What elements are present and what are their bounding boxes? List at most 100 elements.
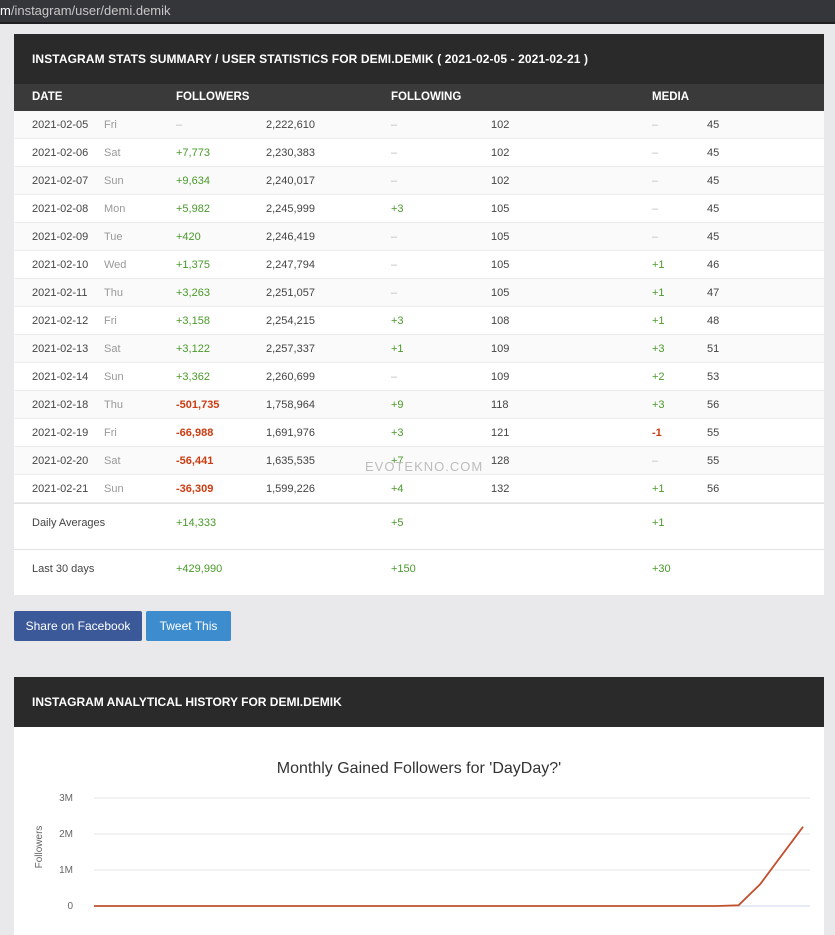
row-following: 102 <box>491 175 510 187</box>
daily-averages-label: Daily Averages <box>32 517 106 529</box>
row-date: 2021-02-20 <box>32 455 89 467</box>
row-followers-change: -36,309 <box>176 483 214 495</box>
table-row: 2021-02-12 Fri +3,158 2,254,215 +3 108 +1 48 <box>14 307 824 335</box>
row-date: 2021-02-06 <box>32 147 89 159</box>
row-following: 121 <box>491 427 510 439</box>
row-following: 132 <box>491 483 510 495</box>
stats-summary-card: INSTAGRAM STATS SUMMARY / USER STATISTIC… <box>14 34 824 595</box>
table-row: 2021-02-05 Fri – 2,222,610 – 102 – 45 <box>14 111 824 139</box>
row-followers-change: – <box>176 119 183 131</box>
row-date: 2021-02-21 <box>32 483 89 495</box>
row-followers-change: +3,263 <box>176 287 210 299</box>
table-row: 2021-02-07 Sun +9,634 2,240,017 – 102 – 45 <box>14 167 824 195</box>
row-followers-change: +420 <box>176 231 201 243</box>
row-media-change: +3 <box>652 343 665 355</box>
row-media: 51 <box>707 343 720 355</box>
row-following: 105 <box>491 287 510 299</box>
row-media: 45 <box>707 231 720 243</box>
table-row: 2021-02-21 Sun -36,309 1,599,226 +4 132 +1 56 <box>14 475 824 503</box>
row-media-change: +1 <box>652 287 665 299</box>
row-following-change: – <box>391 371 398 383</box>
row-media: 45 <box>707 119 720 131</box>
row-day: Sun <box>104 483 124 495</box>
daily-averages-followers: +14,333 <box>176 517 217 529</box>
table-row: 2021-02-14 Sun +3,362 2,260,699 – 109 +2 53 <box>14 363 824 391</box>
chart-y-tick-label: 0 <box>67 901 73 912</box>
row-following: 109 <box>491 371 510 383</box>
table-row: 2021-02-10 Wed +1,375 2,247,794 – 105 +1 46 <box>14 251 824 279</box>
row-day: Mon <box>104 203 126 215</box>
row-media-change: – <box>652 119 659 131</box>
row-followers: 2,230,383 <box>266 147 315 159</box>
row-followers-change: +3,158 <box>176 315 210 327</box>
row-following-change: +3 <box>391 203 404 215</box>
analytical-history-title: INSTAGRAM ANALYTICAL HISTORY FOR DEMI.DE… <box>14 677 824 727</box>
row-following: 109 <box>491 343 510 355</box>
row-media: 56 <box>707 399 720 411</box>
row-following: 102 <box>491 147 510 159</box>
chart-y-tick-label: 3M <box>59 793 73 804</box>
row-media-change: +3 <box>652 399 665 411</box>
row-day: Fri <box>104 119 117 131</box>
row-day: Sun <box>104 371 124 383</box>
row-followers-change: +3,362 <box>176 371 210 383</box>
address-bar[interactable]: m/instagram/user/demi.demik <box>0 0 835 24</box>
row-following-change: – <box>391 259 398 271</box>
row-date: 2021-02-13 <box>32 343 89 355</box>
row-day: Fri <box>104 427 117 439</box>
row-date: 2021-02-11 <box>32 287 88 299</box>
column-following: FOLLOWING <box>391 91 462 103</box>
row-followers: 1,691,976 <box>266 427 315 439</box>
row-followers-change: -501,735 <box>176 399 220 411</box>
share-facebook-button[interactable]: Share on Facebook <box>14 611 142 641</box>
row-day: Tue <box>104 231 123 243</box>
row-followers: 1,635,535 <box>266 455 315 467</box>
row-followers-change: -66,988 <box>176 427 214 439</box>
row-followers: 2,260,699 <box>266 371 315 383</box>
row-media: 56 <box>707 483 720 495</box>
table-row: 2021-02-09 Tue +420 2,246,419 – 105 – 45 <box>14 223 824 251</box>
row-media: 55 <box>707 455 720 467</box>
row-following-change: – <box>391 287 398 299</box>
row-date: 2021-02-19 <box>32 427 89 439</box>
row-media: 55 <box>707 427 720 439</box>
row-media: 48 <box>707 315 720 327</box>
row-media-change: – <box>652 231 659 243</box>
row-media-change: +1 <box>652 259 665 271</box>
row-following-change: +9 <box>391 399 404 411</box>
table-row: 2021-02-13 Sat +3,122 2,257,337 +1 109 +3 51 <box>14 335 824 363</box>
tweet-this-button[interactable]: Tweet This <box>146 611 231 641</box>
row-following-change: +4 <box>391 483 404 495</box>
row-following-change: – <box>391 147 398 159</box>
row-media-change: – <box>652 203 659 215</box>
row-followers-change: +3,122 <box>176 343 210 355</box>
row-following: 105 <box>491 259 510 271</box>
row-following: 105 <box>491 203 510 215</box>
monthly-followers-chart: Monthly Gained Followers for 'DayDay?' F… <box>34 760 810 912</box>
row-following-change: +1 <box>391 343 404 355</box>
analytical-history-card: INSTAGRAM ANALYTICAL HISTORY FOR DEMI.DE… <box>14 677 824 935</box>
row-followers: 2,222,610 <box>266 119 315 131</box>
chart-y-tick-label: 1M <box>59 865 73 876</box>
row-media: 46 <box>707 259 720 271</box>
row-media-change: +2 <box>652 371 665 383</box>
row-date: 2021-02-12 <box>32 315 89 327</box>
row-media: 47 <box>707 287 720 299</box>
row-following-change: +3 <box>391 427 404 439</box>
row-followers: 2,257,337 <box>266 343 315 355</box>
row-media-change: -1 <box>652 427 662 439</box>
row-date: 2021-02-08 <box>32 203 89 215</box>
daily-averages-following: +5 <box>391 517 404 529</box>
row-date: 2021-02-05 <box>32 119 89 131</box>
table-row: 2021-02-18 Thu -501,735 1,758,964 +9 118 +3 56 <box>14 391 824 419</box>
row-media-change: +1 <box>652 315 665 327</box>
row-following-change: – <box>391 231 398 243</box>
row-media: 45 <box>707 147 720 159</box>
row-following: 105 <box>491 231 510 243</box>
row-media: 45 <box>707 203 720 215</box>
column-followers: FOLLOWERS <box>176 91 250 103</box>
row-followers: 2,247,794 <box>266 259 315 271</box>
table-row: 2021-02-06 Sat +7,773 2,230,383 – 102 – 45 <box>14 139 824 167</box>
row-day: Sat <box>104 455 121 467</box>
row-media-change: – <box>652 455 659 467</box>
